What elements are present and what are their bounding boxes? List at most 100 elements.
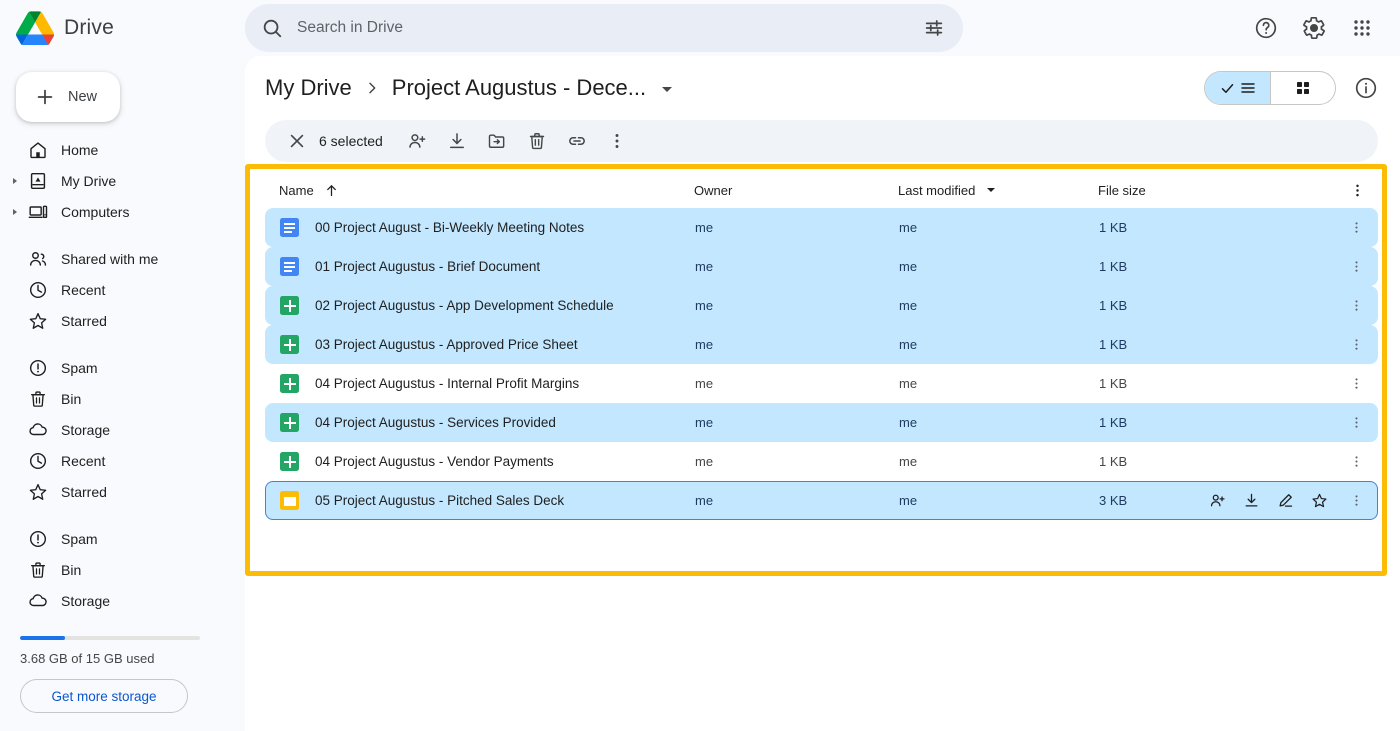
sidebar-item-label: Shared with me bbox=[61, 250, 159, 267]
sidebar-item-home[interactable]: Home bbox=[0, 134, 245, 165]
brand[interactable]: Drive bbox=[0, 11, 245, 45]
kebab-icon bbox=[615, 134, 619, 148]
file-owner-cell: me bbox=[695, 298, 714, 313]
row-more-options-button[interactable] bbox=[1335, 415, 1377, 430]
file-name-cell[interactable]: 04 Project Augustus - Services Provided bbox=[280, 413, 695, 432]
expand-caret-icon[interactable] bbox=[13, 177, 17, 184]
file-last-modified-cell: me bbox=[899, 259, 918, 274]
list-view-button[interactable] bbox=[1205, 72, 1270, 104]
breadcrumb-current[interactable]: Project Augustus - Dece... bbox=[392, 75, 646, 101]
grid-view-button[interactable] bbox=[1270, 72, 1335, 104]
file-name-label: 02 Project Augustus - App Development Sc… bbox=[315, 298, 614, 313]
sidebar-item-my-drive[interactable]: My Drive bbox=[0, 165, 245, 196]
table-row[interactable]: 00 Project August - Bi-Weekly Meeting No… bbox=[265, 208, 1378, 247]
row-more-options-button[interactable] bbox=[1335, 376, 1377, 391]
sidebar-item-recent[interactable]: Recent bbox=[0, 445, 245, 476]
file-size-cell: 1 KB bbox=[1099, 415, 1128, 430]
file-name-cell[interactable]: 04 Project Augustus - Internal Profit Ma… bbox=[280, 374, 695, 393]
row-more-options-button[interactable] bbox=[1335, 454, 1377, 469]
table-row[interactable]: 04 Project Augustus - Vendor Payments me m… bbox=[265, 442, 1378, 481]
get-more-storage-button[interactable]: Get more storage bbox=[20, 679, 188, 713]
expand-caret-icon[interactable] bbox=[13, 208, 17, 215]
storage-bar-fill bbox=[20, 636, 65, 640]
sidebar-item-starred[interactable]: Starred bbox=[0, 476, 245, 507]
sidebar-item-label: My Drive bbox=[61, 172, 117, 189]
copy-link-button[interactable] bbox=[557, 121, 597, 161]
star-icon bbox=[1311, 492, 1328, 509]
sidebar-item-bin[interactable]: Bin bbox=[0, 554, 245, 585]
sidebar-item-computers[interactable]: Computers bbox=[0, 196, 245, 227]
shared-people-icon bbox=[29, 251, 47, 266]
share-button[interactable] bbox=[397, 121, 437, 161]
kebab-icon bbox=[1354, 222, 1358, 233]
sidebar-item-spam[interactable]: Spam bbox=[0, 352, 245, 383]
delete-button[interactable] bbox=[517, 121, 557, 161]
download-button[interactable] bbox=[437, 121, 477, 161]
sidebar-item-shared-with-me[interactable]: Shared with me bbox=[0, 243, 245, 274]
sidebar-item-starred[interactable]: Starred bbox=[0, 305, 245, 336]
download-icon bbox=[449, 133, 464, 149]
sidebar-item-storage[interactable]: Storage bbox=[0, 414, 245, 445]
sidebar-item-storage[interactable]: Storage bbox=[0, 585, 245, 616]
gear-icon[interactable] bbox=[1302, 16, 1326, 40]
google-sheets-icon bbox=[280, 452, 299, 471]
file-name-cell[interactable]: 05 Project Augustus - Pitched Sales Deck bbox=[280, 491, 695, 510]
file-name-cell[interactable]: 04 Project Augustus - Vendor Payments bbox=[280, 452, 695, 471]
star-icon bbox=[29, 312, 47, 329]
sidebar-group: Home My Drive Computers bbox=[0, 134, 245, 227]
check-icon bbox=[1221, 83, 1233, 93]
google-docs-icon bbox=[280, 218, 299, 237]
file-owner-cell: me bbox=[695, 376, 714, 391]
sidebar-item-recent[interactable]: Recent bbox=[0, 274, 245, 305]
caret-down-icon[interactable] bbox=[662, 87, 673, 92]
breadcrumb-root[interactable]: My Drive bbox=[265, 75, 352, 101]
rename-button[interactable] bbox=[1271, 487, 1299, 515]
row-more-options-button[interactable] bbox=[1335, 220, 1377, 235]
file-name-label: 04 Project Augustus - Vendor Payments bbox=[315, 454, 554, 469]
sidebar-item-label: Storage bbox=[61, 592, 111, 609]
tune-icon[interactable] bbox=[923, 17, 945, 39]
file-name-cell[interactable]: 00 Project August - Bi-Weekly Meeting No… bbox=[280, 218, 695, 237]
info-icon[interactable] bbox=[1354, 76, 1378, 100]
column-header-owner[interactable]: Owner bbox=[694, 183, 898, 198]
file-name-label: 04 Project Augustus - Services Provided bbox=[315, 415, 556, 430]
spam-icon bbox=[29, 359, 47, 376]
apps-grid-icon[interactable] bbox=[1350, 16, 1374, 40]
google-slides-icon bbox=[280, 491, 299, 510]
row-more-options-button[interactable] bbox=[1335, 298, 1377, 313]
kebab-icon bbox=[1354, 456, 1358, 467]
search-bar[interactable]: Search in Drive bbox=[245, 4, 963, 52]
sidebar-item-spam[interactable]: Spam bbox=[0, 523, 245, 554]
table-row[interactable]: 03 Project Augustus - Approved Price She… bbox=[265, 325, 1378, 364]
new-button[interactable]: New bbox=[16, 72, 120, 122]
file-name-cell[interactable]: 02 Project Augustus - App Development Sc… bbox=[280, 296, 695, 315]
clear-selection-button[interactable] bbox=[277, 121, 317, 161]
search-icon[interactable] bbox=[261, 17, 283, 39]
file-name-cell[interactable]: 01 Project Augustus - Brief Document bbox=[280, 257, 695, 276]
row-more-options-button[interactable] bbox=[1335, 337, 1377, 352]
help-icon[interactable] bbox=[1254, 16, 1278, 40]
row-more-options-button[interactable] bbox=[1335, 493, 1377, 508]
sidebar-item-bin[interactable]: Bin bbox=[0, 383, 245, 414]
column-header-name[interactable]: Name bbox=[279, 183, 694, 198]
table-row[interactable]: 05 Project Augustus - Pitched Sales Deck… bbox=[265, 481, 1378, 520]
file-last-modified-cell: me bbox=[899, 454, 918, 469]
table-header-options-button[interactable] bbox=[1336, 182, 1378, 199]
download-button[interactable] bbox=[1237, 487, 1265, 515]
storage-block: 3.68 GB of 15 GB used Get more storage bbox=[0, 616, 245, 713]
star-button[interactable] bbox=[1305, 487, 1333, 515]
file-name-cell[interactable]: 03 Project Augustus - Approved Price She… bbox=[280, 335, 695, 354]
column-header-last-modified[interactable]: Last modified bbox=[898, 183, 1098, 198]
table-row[interactable]: 02 Project Augustus - App Development Sc… bbox=[265, 286, 1378, 325]
sidebar-item-label: Computers bbox=[61, 203, 130, 220]
table-row[interactable]: 01 Project Augustus - Brief Document me me… bbox=[265, 247, 1378, 286]
move-to-folder-button[interactable] bbox=[477, 121, 517, 161]
table-row[interactable]: 04 Project Augustus - Services Provided m… bbox=[265, 403, 1378, 442]
sidebar-item-label: Starred bbox=[61, 483, 107, 500]
more-actions-button[interactable] bbox=[597, 121, 637, 161]
search-input[interactable]: Search in Drive bbox=[297, 19, 909, 37]
table-row[interactable]: 04 Project Augustus - Internal Profit Ma… bbox=[265, 364, 1378, 403]
share-button[interactable] bbox=[1203, 487, 1231, 515]
row-more-options-button[interactable] bbox=[1335, 259, 1377, 274]
column-header-file-size[interactable]: File size bbox=[1098, 183, 1336, 198]
